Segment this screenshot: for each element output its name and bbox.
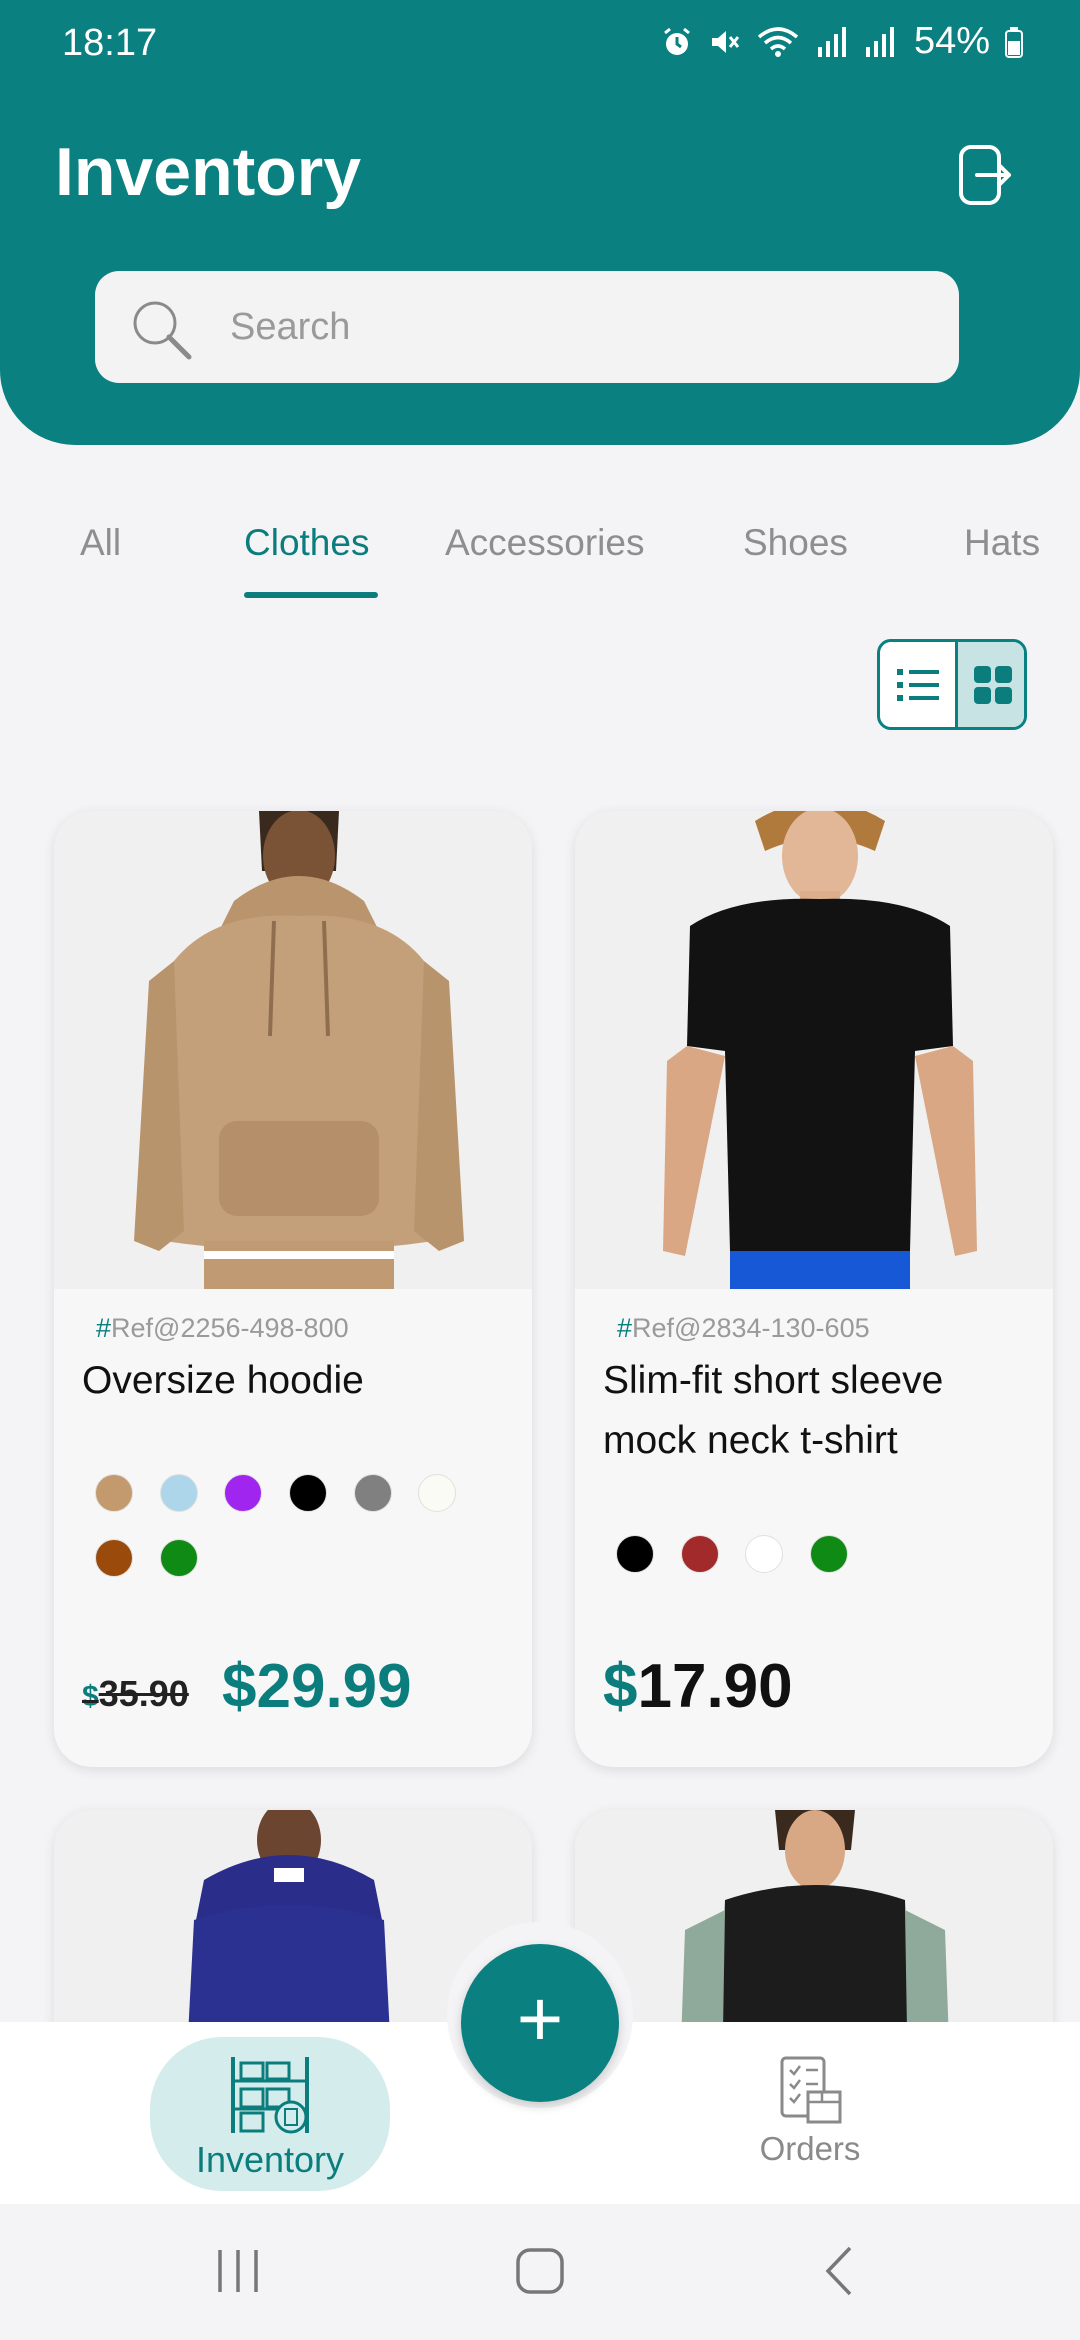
list-view-button[interactable] <box>880 642 955 727</box>
color-swatch <box>289 1474 327 1512</box>
list-view-icon <box>896 668 939 701</box>
product-image <box>54 811 532 1289</box>
product-name: Slim-fit short sleeve mock neck t-shirt <box>603 1359 944 1462</box>
search-bar[interactable] <box>95 271 959 383</box>
signal-icon <box>817 26 846 57</box>
status-bar: 18:17 54% <box>0 0 1080 88</box>
back-icon[interactable] <box>820 2244 860 2298</box>
color-swatch <box>160 1539 198 1577</box>
color-swatch <box>810 1535 848 1573</box>
product-price: $17.90 <box>603 1652 793 1721</box>
grid-view-button[interactable] <box>955 642 1024 727</box>
product-ref: #Ref@2834-130-605 <box>617 1313 870 1343</box>
tab-shoes[interactable]: Shoes <box>743 522 848 564</box>
tab-all[interactable]: All <box>80 522 121 564</box>
original-price: $35.90 <box>82 1673 189 1714</box>
tab-accessories[interactable]: Accessories <box>445 522 644 564</box>
sale-price: $29.99 <box>222 1652 412 1721</box>
nav-item-orders[interactable]: Orders <box>740 2050 880 2180</box>
color-swatch <box>95 1474 133 1512</box>
color-swatch <box>418 1474 456 1512</box>
category-tabs: All Clothes Accessories Shoes Hats <box>0 500 1080 610</box>
battery-percent: 54% <box>913 20 990 62</box>
status-icons: 54% <box>660 20 1024 63</box>
battery-icon <box>1005 26 1023 58</box>
logout-icon <box>959 145 1011 205</box>
nav-inventory-label: Inventory <box>195 2139 345 2180</box>
color-swatch <box>160 1474 198 1512</box>
alarm-icon <box>664 27 690 55</box>
status-time: 18:17 <box>62 22 158 64</box>
color-swatch <box>616 1535 654 1573</box>
product-name: Oversize hoodie <box>82 1359 364 1402</box>
grid-view-icon <box>973 665 1012 704</box>
color-swatch <box>224 1474 262 1512</box>
search-icon <box>133 301 192 360</box>
tab-hats[interactable]: Hats <box>964 522 1040 564</box>
product-card[interactable]: #Ref@2256-498-800 Oversize hoodie $35.90… <box>54 811 532 1767</box>
color-swatch <box>95 1539 133 1577</box>
system-navigation-bar <box>0 2204 1080 2340</box>
color-swatch <box>745 1535 783 1573</box>
search-input[interactable] <box>230 297 910 357</box>
add-item-button[interactable]: + <box>461 1944 619 2102</box>
signal-icon-2 <box>865 26 894 57</box>
orders-icon <box>780 2056 842 2124</box>
recent-apps-icon[interactable] <box>214 2244 262 2298</box>
color-swatch <box>354 1474 392 1512</box>
color-swatch <box>681 1535 719 1573</box>
home-icon[interactable] <box>514 2244 566 2298</box>
view-toggle <box>877 639 1027 730</box>
active-tab-indicator <box>244 592 378 598</box>
logout-button[interactable] <box>955 143 1015 207</box>
nav-item-inventory[interactable]: Inventory <box>150 2037 390 2191</box>
wifi-icon <box>757 26 799 57</box>
nav-orders-label: Orders <box>759 2130 861 2167</box>
tab-clothes[interactable]: Clothes <box>244 522 369 564</box>
app-header: 18:17 54% Inventory <box>0 0 1080 445</box>
product-image <box>575 811 1053 1289</box>
plus-icon: + <box>516 1974 564 2063</box>
warehouse-icon <box>231 2057 309 2134</box>
mute-icon <box>711 30 740 53</box>
page-title: Inventory <box>55 134 362 210</box>
product-card[interactable]: #Ref@2834-130-605 Slim-fit short sleeve … <box>575 811 1053 1767</box>
product-ref: #Ref@2256-498-800 <box>96 1313 349 1343</box>
